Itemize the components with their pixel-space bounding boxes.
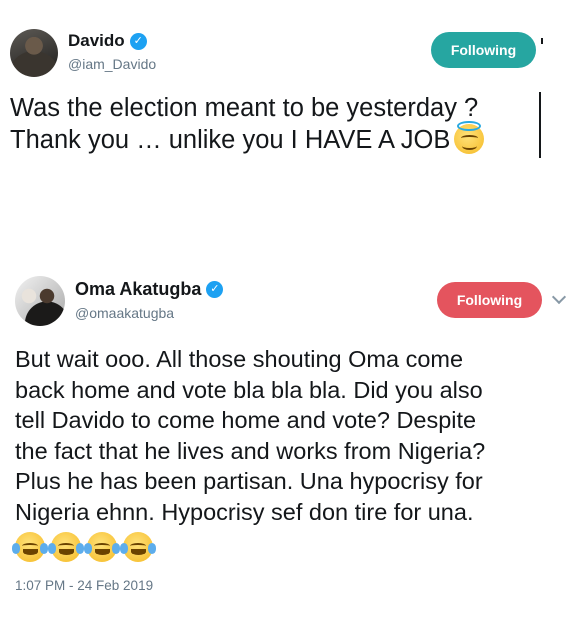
face-with-tears-of-joy-icon bbox=[12, 532, 48, 562]
tweet-text: Was the election meant to be yesterday ?… bbox=[10, 92, 540, 156]
author-name-row: Davido ✓ bbox=[68, 31, 147, 51]
divider-mark bbox=[541, 38, 543, 44]
display-name[interactable]: Davido bbox=[68, 31, 125, 51]
emoji-row bbox=[12, 532, 159, 562]
tweet-davido: Davido ✓ @iam_Davido Following Was the e… bbox=[0, 0, 575, 240]
user-handle[interactable]: @iam_Davido bbox=[68, 56, 156, 72]
face-with-tears-of-joy-icon bbox=[120, 532, 156, 562]
following-button[interactable]: Following bbox=[431, 32, 536, 68]
face-with-tears-of-joy-icon bbox=[48, 532, 84, 562]
display-name[interactable]: Oma Akatugba bbox=[75, 279, 201, 300]
text-cursor bbox=[539, 92, 541, 158]
verified-badge-icon: ✓ bbox=[129, 32, 147, 50]
author-name-row: Oma Akatugba ✓ bbox=[75, 279, 224, 300]
tweet-oma-akatugba: Oma Akatugba ✓ @omaakatugba Following Bu… bbox=[0, 262, 575, 630]
avatar[interactable] bbox=[10, 29, 58, 77]
tweet-text-content: Was the election meant to be yesterday ?… bbox=[10, 94, 479, 154]
user-handle[interactable]: @omaakatugba bbox=[75, 305, 174, 321]
tweet-timestamp[interactable]: 1:07 PM - 24 Feb 2019 bbox=[15, 578, 153, 593]
face-with-tears-of-joy-icon bbox=[84, 532, 120, 562]
tweet-text: But wait ooo. All those shouting Oma com… bbox=[15, 346, 486, 525]
following-button[interactable]: Following bbox=[437, 282, 542, 318]
verified-badge-icon: ✓ bbox=[206, 281, 224, 298]
avatar[interactable] bbox=[15, 276, 65, 326]
chevron-down-icon[interactable] bbox=[551, 289, 567, 305]
smiling-face-with-halo-icon bbox=[454, 120, 485, 155]
